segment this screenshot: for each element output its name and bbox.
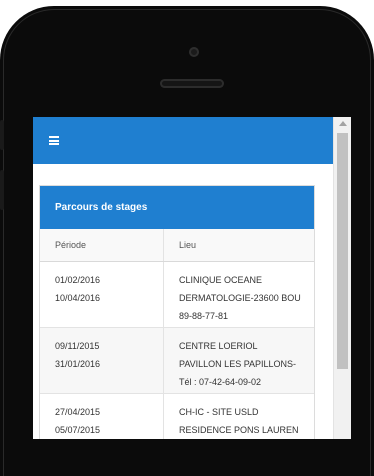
lieu-line: DERMATOLOGIE-23600 BOU: [179, 293, 301, 303]
stages-table: Période Lieu 01/02/2016 10/04/2016 CLINI…: [40, 229, 314, 439]
lieu-line: CH-IC - SITE USLD: [179, 407, 259, 417]
end-date: 05/07/2015: [55, 425, 101, 435]
front-camera: [189, 47, 199, 57]
end-date: 10/04/2016: [55, 293, 101, 303]
hamburger-menu-icon[interactable]: [49, 136, 59, 145]
lieu-line: 89-88-77-81: [179, 311, 229, 321]
side-button: [0, 170, 4, 210]
periode-cell: 01/02/2016 10/04/2016: [40, 261, 164, 328]
column-header-lieu: Lieu: [163, 229, 314, 262]
lieu-cell: CENTRE LOERIOL PAVILLON LES PAPILLONS- T…: [163, 327, 314, 394]
lieu-cell: CLINIQUE OCEANE DERMATOLOGIE-23600 BOU 8…: [163, 261, 314, 328]
lieu-line: RESIDENCE PONS LAUREN: [179, 425, 299, 435]
lieu-cell: CH-IC - SITE USLD RESIDENCE PONS LAUREN: [163, 393, 314, 439]
end-date: 31/01/2016: [55, 359, 101, 369]
lieu-line: CENTRE LOERIOL: [179, 341, 258, 351]
table-row: 27/04/2015 05/07/2015 CH-IC - SITE USLD …: [40, 393, 314, 439]
scroll-up-arrow-icon[interactable]: [339, 121, 347, 126]
scrollbar-thumb[interactable]: [337, 133, 348, 369]
phone-screen: Parcours de stages Période Lieu 01/02/20…: [33, 117, 351, 439]
start-date: 01/02/2016: [55, 275, 101, 285]
periode-cell: 27/04/2015 05/07/2015: [40, 393, 164, 439]
panel-title: Parcours de stages: [40, 186, 314, 229]
table-row: 01/02/2016 10/04/2016 CLINIQUE OCEANE DE…: [40, 261, 314, 328]
lieu-line: Tél : 07-42-64-09-02: [179, 377, 262, 387]
top-navbar: [33, 117, 333, 164]
parcours-panel: Parcours de stages Période Lieu 01/02/20…: [39, 185, 315, 439]
column-header-periode: Période: [40, 229, 164, 262]
table-row: 09/11/2015 31/01/2016 CENTRE LOERIOL PAV…: [40, 327, 314, 394]
vertical-scrollbar[interactable]: [333, 117, 351, 439]
lieu-line: CLINIQUE OCEANE: [179, 275, 263, 285]
side-button: [0, 120, 4, 150]
periode-cell: 09/11/2015 31/01/2016: [40, 327, 164, 394]
lieu-line: PAVILLON LES PAPILLONS-: [179, 359, 297, 369]
earpiece-speaker: [160, 79, 224, 88]
start-date: 27/04/2015: [55, 407, 101, 417]
start-date: 09/11/2015: [55, 341, 100, 351]
